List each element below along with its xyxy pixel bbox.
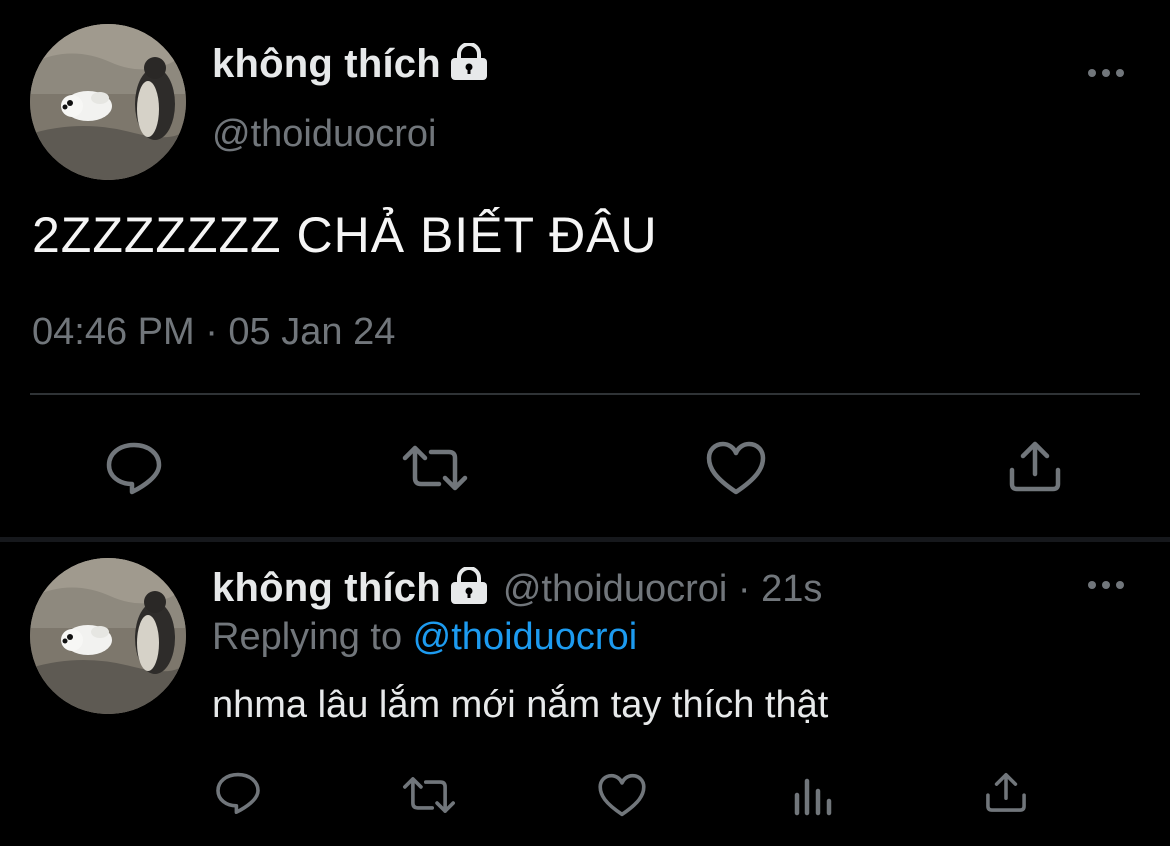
retweet-icon[interactable]	[400, 774, 458, 816]
lock-icon	[449, 566, 489, 610]
replying-mention-link[interactable]: @thoiduocroi	[413, 616, 637, 658]
display-name[interactable]: không thích	[212, 42, 441, 86]
more-icon[interactable]	[1086, 66, 1126, 85]
like-icon[interactable]	[705, 440, 767, 496]
handle[interactable]: @thoiduocroi	[212, 113, 436, 156]
share-icon[interactable]	[983, 770, 1029, 814]
more-icon[interactable]	[1086, 578, 1126, 597]
avatar-image	[30, 558, 186, 714]
share-icon[interactable]	[1006, 438, 1064, 494]
avatar[interactable]	[30, 24, 186, 180]
reply-icon[interactable]	[214, 770, 262, 816]
tweet-age[interactable]: 21s	[761, 568, 822, 610]
author-line: không thích @thoiduocroi · 21s	[212, 566, 822, 611]
tweet-separator	[0, 537, 1170, 542]
handle[interactable]: @thoiduocroi	[503, 568, 727, 610]
retweet-icon[interactable]	[399, 442, 471, 494]
views-icon[interactable]	[792, 775, 834, 817]
lock-icon	[449, 42, 489, 86]
divider	[30, 393, 1140, 395]
display-name[interactable]: không thích	[212, 566, 441, 610]
meta-separator: ·	[727, 568, 762, 610]
reply-icon[interactable]	[104, 440, 164, 496]
author-line: không thích	[212, 42, 489, 87]
timestamp[interactable]: 04:46 PM · 05 Jan 24	[32, 311, 395, 354]
reply-text: nhma lâu lắm mới nắm tay thích thật	[212, 684, 829, 726]
replying-prefix: Replying to	[212, 616, 413, 658]
replying-to: Replying to @thoiduocroi	[212, 616, 637, 659]
like-icon[interactable]	[597, 772, 647, 818]
avatar[interactable]	[30, 558, 186, 714]
tweet-text: 2ZZZZZZZ CHẢ BIẾT ĐÂU	[32, 207, 658, 263]
avatar-image	[30, 24, 186, 180]
